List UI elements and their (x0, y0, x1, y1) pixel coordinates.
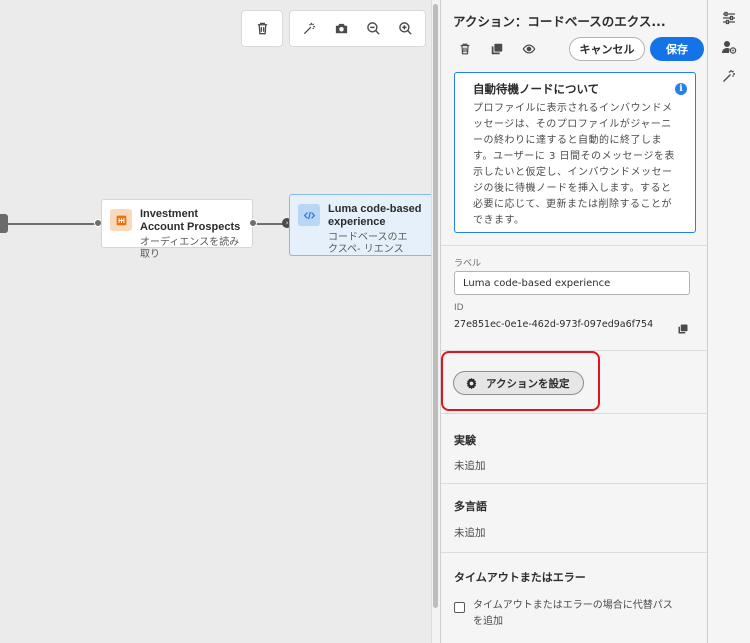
save-button[interactable]: 保存 (650, 37, 704, 61)
experiment-value: 未追加 (454, 460, 486, 472)
configure-action-label: アクションを設定 (486, 377, 570, 390)
properties-panel: アクション：コードベースのエクス... キャンセル 保存 自動待機ノードについて… (440, 0, 708, 643)
start-connector-handle[interactable] (0, 214, 8, 233)
id-value: 27e851ec-0e1e-462d-973f-097ed9a6f754 (454, 319, 654, 330)
divider (441, 552, 708, 553)
timeout-alternate-path-checkbox[interactable] (454, 602, 465, 613)
audience-icon (110, 209, 132, 231)
node-title: Investment Account Prospects (140, 208, 241, 233)
canvas-scrollbar-thumb[interactable] (433, 4, 438, 608)
id-field-label: ID (454, 303, 464, 313)
magic-wand-icon[interactable] (721, 68, 737, 84)
info-box: 自動待機ノードについて i プロファイルに表示されるインバウンドメッセージは、そ… (454, 72, 696, 233)
node-subtitle: オーディエンスを読み取り (140, 237, 240, 260)
camera-icon[interactable] (326, 14, 358, 44)
label-field-label: ラベル (454, 259, 482, 269)
divider (441, 413, 708, 414)
settings-sliders-icon[interactable] (721, 10, 737, 26)
gear-icon (466, 377, 477, 389)
divider (441, 483, 708, 484)
zoom-in-icon[interactable] (390, 14, 422, 44)
timeout-heading: タイムアウトまたはエラー (454, 571, 586, 584)
info-body: プロファイルに表示されるインバウンドメッセージは、そのプロファイルがジャーニーの… (473, 103, 675, 226)
right-rail (707, 0, 750, 643)
panel-actions: キャンセル 保存 (449, 37, 704, 61)
experiment-heading: 実験 (454, 434, 476, 447)
connection-line (253, 223, 285, 225)
multilingual-heading: 多言語 (454, 500, 487, 513)
user-settings-icon[interactable] (721, 39, 737, 55)
connection-port[interactable] (249, 219, 257, 227)
label-input[interactable]: Luma code-based experience (454, 271, 690, 295)
eye-icon[interactable] (513, 37, 545, 61)
node-subtitle: コードベースのエクスペ- リエンス (328, 232, 408, 255)
panel-title: アクション：コードベースのエクス... (453, 14, 666, 29)
node-title: Luma code-based experience (328, 203, 422, 228)
zoom-out-icon[interactable] (358, 14, 390, 44)
cancel-button[interactable]: キャンセル (569, 37, 645, 61)
multilingual-value: 未追加 (454, 527, 486, 539)
node-audience[interactable]: Investment Account Prospects オーディエンスを読み取… (101, 199, 253, 260)
journey-canvas[interactable]: Investment Account Prospects オーディエンスを読み取… (0, 0, 431, 643)
canvas-toolbar-delete-group (241, 10, 283, 47)
info-title: 自動待機ノードについて (473, 82, 600, 96)
divider (441, 245, 708, 246)
node-code-based-experience[interactable]: Luma code-based experience コードベースのエクスペ- … (289, 194, 431, 256)
timeout-checkbox-label: タイムアウトまたはエラーの場合に代替パスを追加 (473, 600, 673, 627)
canvas-toolbar (289, 10, 426, 47)
code-icon (298, 204, 320, 226)
trash-icon[interactable] (246, 14, 278, 44)
configure-action-button[interactable]: アクションを設定 (453, 371, 584, 395)
connection-line (8, 223, 98, 225)
copy-icon[interactable] (677, 320, 689, 334)
duplicate-icon[interactable] (481, 37, 513, 61)
info-icon: i (675, 83, 687, 95)
magic-wand-icon[interactable] (294, 14, 326, 44)
trash-icon[interactable] (449, 37, 481, 61)
